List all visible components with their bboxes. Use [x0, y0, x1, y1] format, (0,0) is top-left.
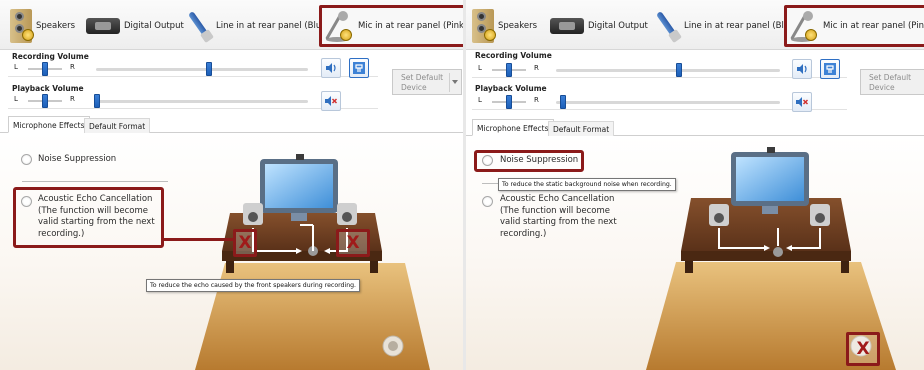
noise-suppression-radio[interactable] — [21, 154, 32, 165]
microphone-icon — [790, 9, 819, 43]
speaker-muted-icon — [796, 97, 809, 107]
balance-slider-thumb[interactable] — [42, 94, 48, 108]
tab-mic-in-label: Mic in at rear panel (Pink) — [358, 21, 463, 31]
tab-speakers-label: Speakers — [498, 21, 538, 31]
echo-cancellation-radio[interactable] — [482, 196, 493, 207]
balance-slider-thumb[interactable] — [506, 95, 512, 109]
bind-channels-button[interactable] — [820, 59, 840, 79]
device-tab-strip: Speakers Digital Output Line in at rear … — [0, 0, 463, 50]
recording-volume-thumb[interactable] — [676, 63, 682, 77]
right-channel-label: R — [534, 96, 539, 104]
webcam — [767, 147, 775, 153]
speaker-icon — [10, 9, 34, 43]
recording-volume-label: Recording Volume — [475, 51, 552, 60]
recording-volume-track[interactable] — [556, 69, 780, 72]
mute-recording-button[interactable] — [792, 59, 812, 79]
right-channel-label: R — [534, 64, 539, 72]
playback-volume-row: L R — [8, 91, 378, 111]
recording-volume-track[interactable] — [96, 68, 308, 71]
set-default-device-button[interactable]: Set Default Device — [860, 69, 924, 95]
link-channels-icon — [824, 63, 836, 75]
echo-cancellation-label: Acoustic Echo Cancellation (The function… — [500, 194, 617, 239]
digital-output-icon — [86, 18, 120, 34]
microphone-effects-pane: Noise Suppression Acoustic Echo Cancella… — [0, 133, 463, 370]
set-default-device-label: Set Default Device — [869, 73, 912, 92]
microphone-icon — [325, 9, 354, 43]
link-channels-icon — [353, 62, 365, 74]
speaker-volume-icon — [797, 64, 807, 74]
tab-digital-output-label: Digital Output — [124, 21, 184, 31]
right-channel-label: R — [70, 95, 75, 103]
playback-volume-track[interactable] — [96, 100, 308, 103]
tab-line-in[interactable]: Line in at rear panel (Blue) — [184, 6, 330, 46]
tab-line-in-label: Line in at rear panel (Blue) — [684, 21, 798, 31]
playback-volume-thumb[interactable] — [94, 94, 100, 108]
left-channel-label: L — [478, 96, 482, 104]
bind-channels-button[interactable] — [349, 58, 369, 78]
tab-default-format[interactable]: Default Format — [84, 118, 151, 133]
tab-speakers-label: Speakers — [36, 21, 76, 31]
disabled-feature-marker: X — [846, 332, 880, 366]
tab-speakers[interactable]: Speakers — [468, 6, 537, 46]
playback-volume-thumb[interactable] — [560, 95, 566, 109]
mute-playback-button[interactable] — [321, 91, 341, 111]
noise-suppression-label: Noise Suppression — [38, 154, 117, 164]
tab-mic-in[interactable]: Mic in at rear panel (Pink) — [784, 5, 924, 47]
set-default-device-label: Set Default Device — [401, 73, 444, 92]
recording-volume-row: L R — [472, 59, 847, 79]
playback-volume-row: L R — [472, 92, 847, 112]
microphone-on-desk — [773, 247, 783, 257]
speaker-muted-icon — [325, 96, 338, 106]
microphone-effects-pane: Noise Suppression To reduce the static b… — [466, 136, 924, 370]
left-channel-label: L — [14, 63, 18, 71]
callout-connector — [164, 238, 234, 241]
noise-suppression-label: Noise Suppression — [500, 155, 579, 165]
tab-default-format[interactable]: Default Format — [548, 121, 615, 136]
tab-line-in[interactable]: Line in at rear panel (Blue) — [652, 6, 798, 46]
set-default-device-button[interactable]: Set Default Device — [392, 69, 462, 95]
webcam — [296, 154, 304, 160]
effects-tab-bar: Microphone Effects Default Format — [466, 119, 924, 136]
echo-cancellation-label: Acoustic Echo Cancellation (The function… — [38, 194, 155, 239]
audio-manager-panel-left: Speakers Digital Output Line in at rear … — [0, 0, 463, 370]
device-tab-strip: Speakers Digital Output Line in at rear … — [466, 0, 924, 50]
tab-mic-in[interactable]: Mic in at rear panel (Pink) — [319, 5, 463, 47]
mute-recording-button[interactable] — [321, 58, 341, 78]
recording-volume-row: L R — [8, 58, 378, 78]
mute-playback-button[interactable] — [792, 92, 812, 112]
balance-slider-thumb[interactable] — [506, 63, 512, 77]
noise-suppression-tooltip: To reduce the static background noise wh… — [498, 178, 676, 191]
balance-slider-thumb[interactable] — [42, 62, 48, 76]
tab-microphone-effects[interactable]: Microphone Effects — [472, 119, 554, 136]
speaker-icon — [472, 9, 496, 43]
line-in-cable-icon — [652, 9, 682, 43]
echo-cancellation-tooltip: To reduce the echo caused by the front s… — [146, 279, 361, 292]
tab-microphone-effects[interactable]: Microphone Effects — [8, 116, 90, 133]
echo-cancellation-radio[interactable] — [21, 196, 32, 207]
left-channel-label: L — [478, 64, 482, 72]
playback-volume-track[interactable] — [556, 101, 780, 104]
audio-manager-panel-right: Speakers Digital Output Line in at rear … — [466, 0, 924, 370]
dropdown-arrow-icon — [452, 80, 458, 84]
effects-tab-bar: Microphone Effects Default Format — [0, 116, 463, 133]
tab-digital-output-label: Digital Output — [588, 21, 648, 31]
room-illustration — [195, 154, 430, 370]
tab-digital-output[interactable]: Digital Output — [82, 6, 184, 46]
digital-output-icon — [550, 18, 584, 34]
line-in-cable-icon — [184, 9, 214, 43]
comparison-screenshot: Speakers Digital Output Line in at rear … — [0, 0, 924, 370]
tab-speakers[interactable]: Speakers — [6, 6, 75, 46]
tab-digital-output[interactable]: Digital Output — [546, 6, 648, 46]
left-channel-label: L — [14, 95, 18, 103]
disabled-speaker-marker-left: X — [233, 229, 257, 257]
noise-suppression-radio[interactable] — [482, 155, 493, 166]
disabled-speaker-marker-right: X — [336, 229, 370, 257]
recording-volume-thumb[interactable] — [206, 62, 212, 76]
tab-line-in-label: Line in at rear panel (Blue) — [216, 21, 330, 31]
speaker-volume-icon — [326, 63, 336, 73]
tab-mic-in-label: Mic in at rear panel (Pink) — [823, 21, 924, 31]
right-channel-label: R — [70, 63, 75, 71]
